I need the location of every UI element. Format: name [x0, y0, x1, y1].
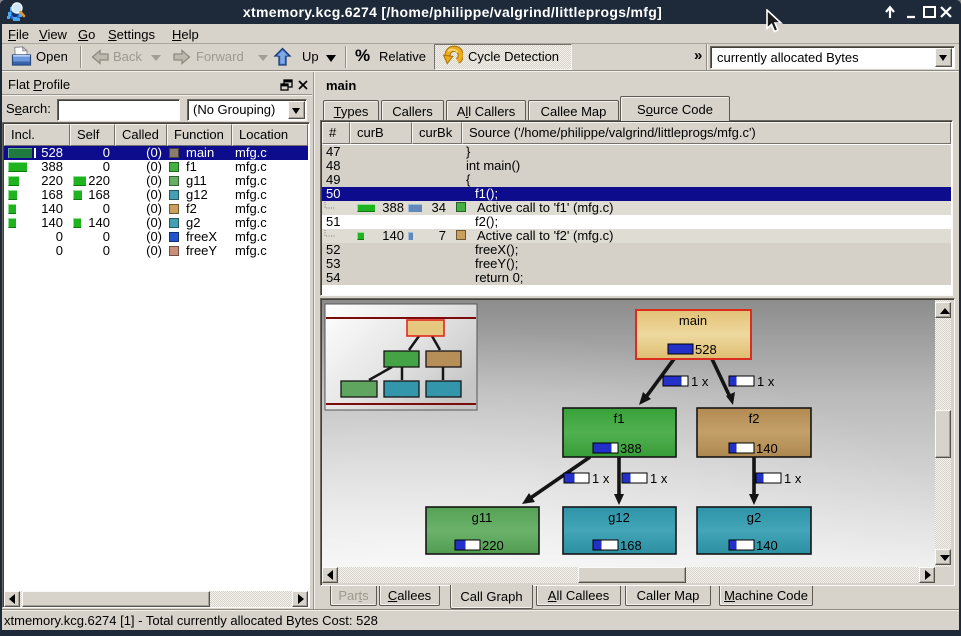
svg-text:528: 528 — [695, 342, 717, 357]
svg-text:1 x: 1 x — [757, 374, 775, 389]
svg-text:1 x: 1 x — [691, 374, 709, 389]
svg-text:f2: f2 — [749, 411, 760, 426]
svg-text:g12: g12 — [608, 510, 630, 525]
svg-text:140: 140 — [756, 441, 778, 456]
svg-text:1 x: 1 x — [784, 471, 802, 486]
svg-text:f1: f1 — [614, 411, 625, 426]
svg-text:140: 140 — [756, 538, 778, 553]
svg-text:main: main — [679, 313, 707, 328]
svg-text:g2: g2 — [747, 510, 761, 525]
svg-text:1 x: 1 x — [650, 471, 668, 486]
svg-text:1 x: 1 x — [592, 471, 610, 486]
svg-text:168: 168 — [620, 538, 642, 553]
svg-text:388: 388 — [620, 441, 642, 456]
svg-text:g11: g11 — [472, 510, 493, 525]
svg-text:220: 220 — [482, 538, 504, 553]
